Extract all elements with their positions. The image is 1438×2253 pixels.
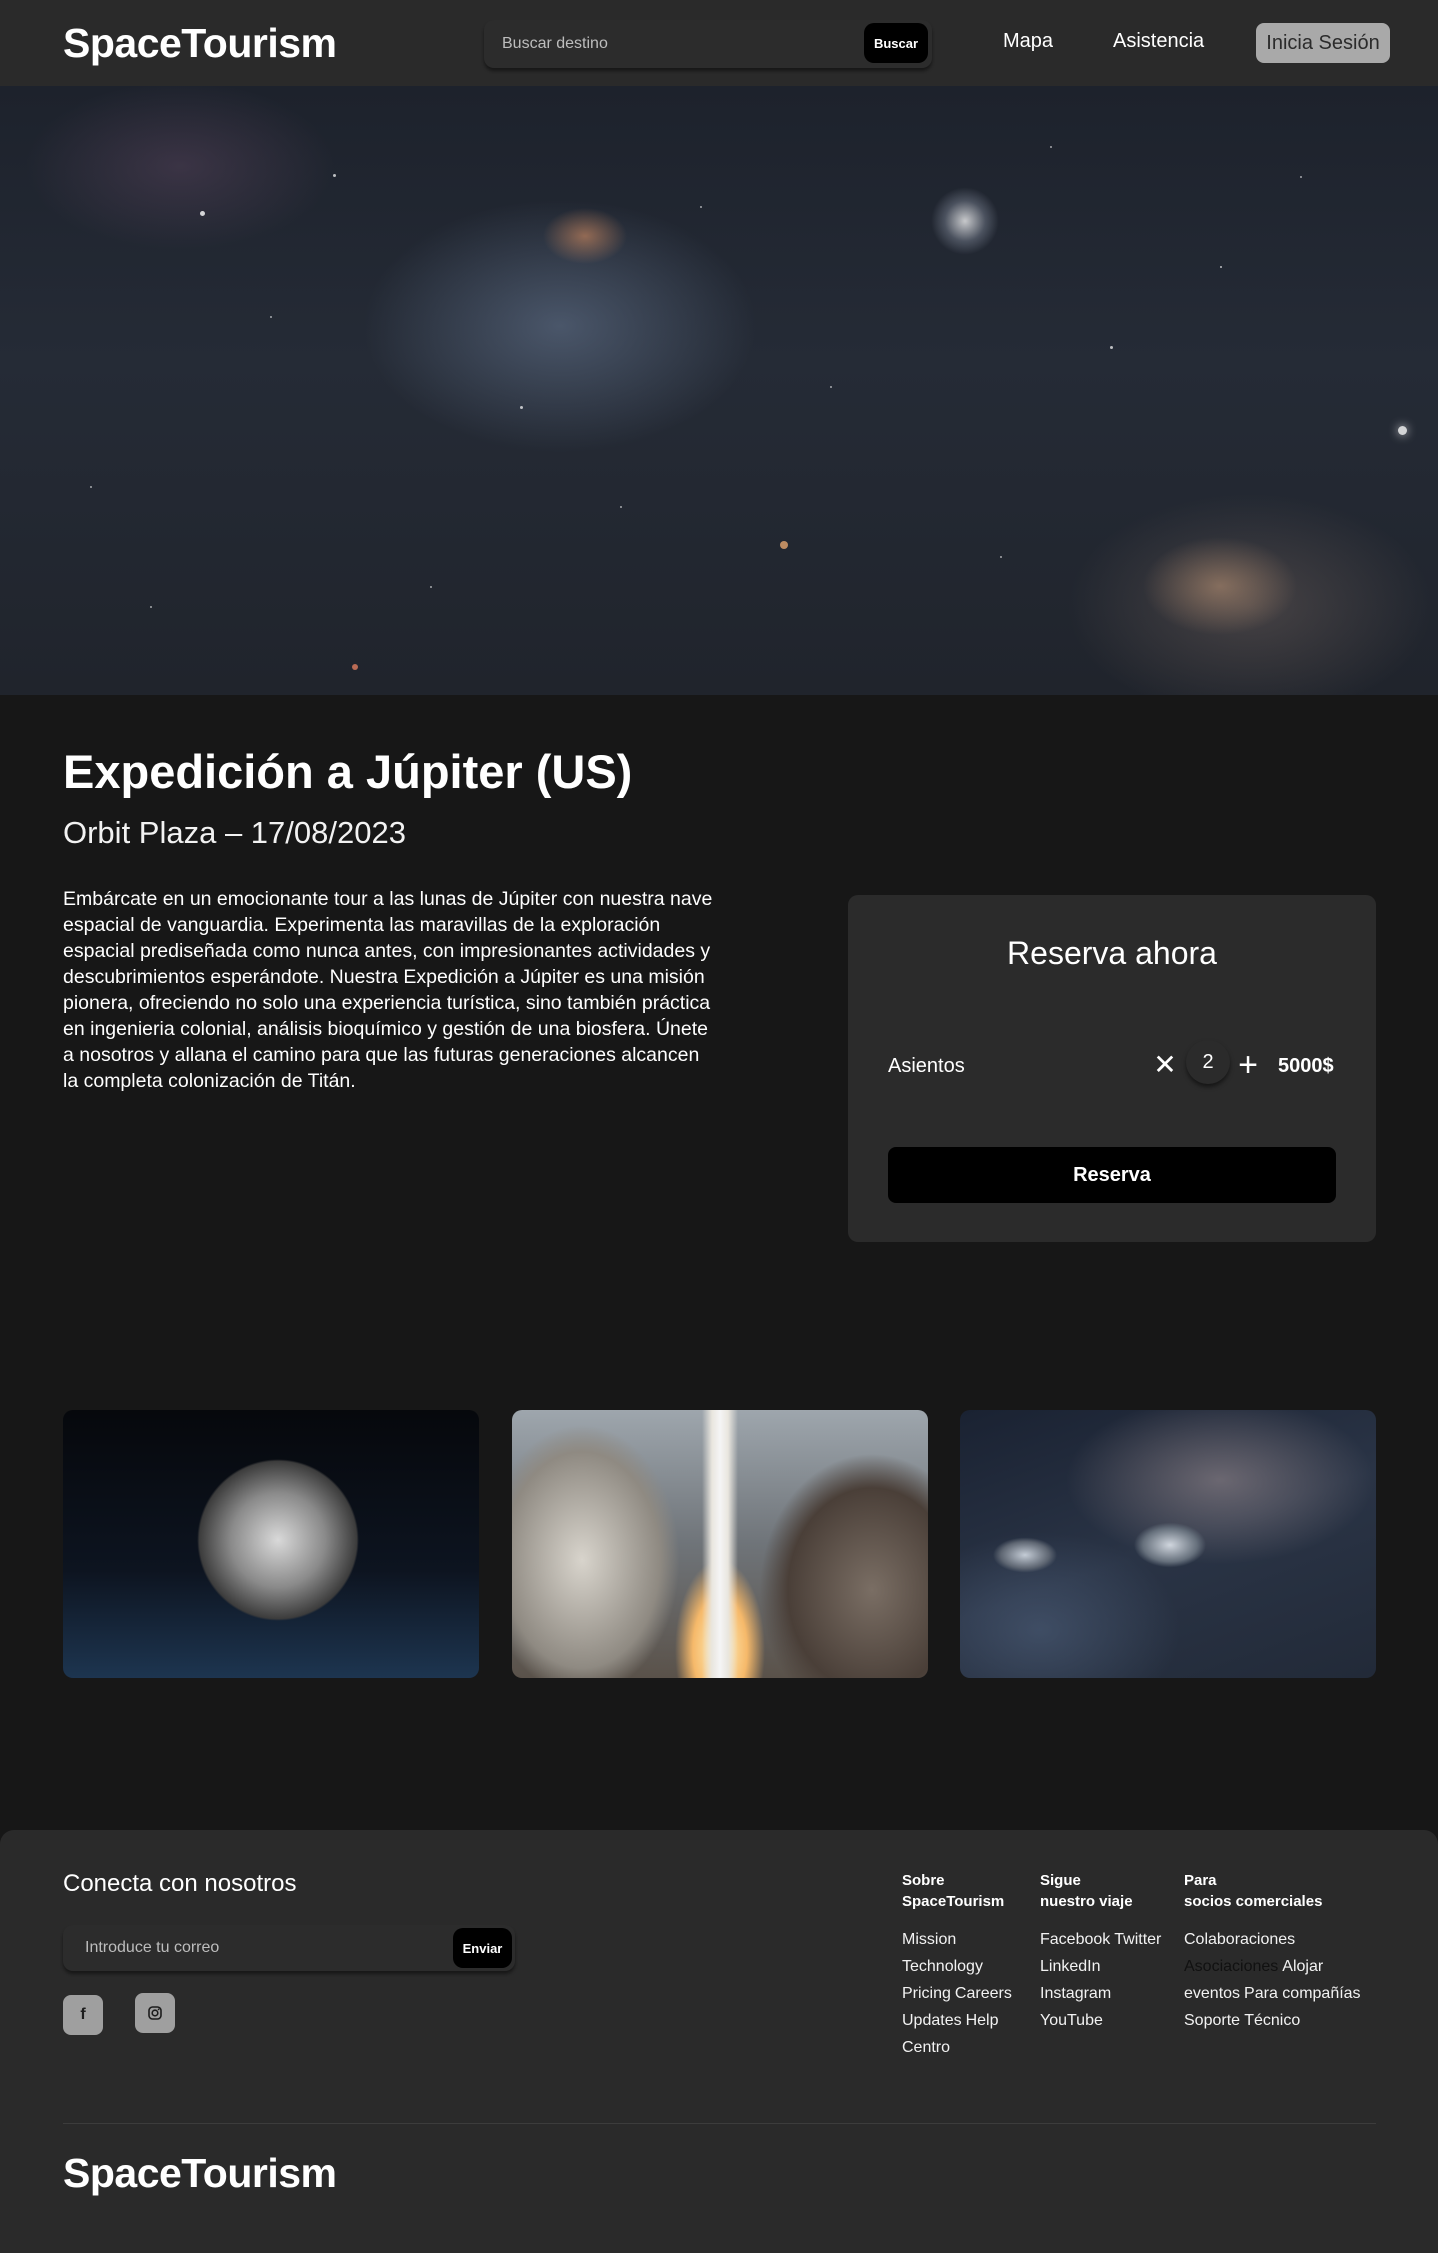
trip-subtitle: Orbit Plaza – 17/08/2023 [63,815,406,850]
footer-logo[interactable]: SpaceTourism [63,2150,337,2197]
hero-image [0,86,1438,695]
footer-column-title: Sobre SpaceTourism [902,1872,1005,1910]
seats-label: Asientos [888,1055,965,1077]
footer-link-alojar[interactable]: Alojar [1282,1958,1323,1975]
reserve-button[interactable]: Reserva [888,1147,1336,1203]
booking-card: Reserva ahora Asientos ✕ 2 + 5000$ Reser… [848,895,1376,1242]
footer-column-partners: Para socios comerciales Colaboraciones A… [1184,1870,1376,2034]
top-navbar: SpaceTourism Buscar Mapa Asistencia Inic… [0,0,1438,86]
email-input[interactable] [83,1925,443,1971]
footer-link-soporte-tecnico[interactable]: Soporte Técnico [1184,2012,1300,2029]
search-button[interactable]: Buscar [864,23,928,63]
footer-link-colaboraciones[interactable]: Colaboraciones [1184,1931,1295,1948]
gallery-image-rocket-launch [512,1410,928,1678]
booking-title: Reserva ahora [1007,935,1217,971]
footer-divider [63,2123,1376,2124]
gallery-image-space-station [63,1410,479,1678]
trip-description: Embárcate en un emocionante tour a las l… [63,888,713,1092]
footer-link-technology[interactable]: Technology [902,1958,983,1975]
search-bar: Buscar [484,20,932,68]
footer-link-eventos[interactable]: eventos [1184,1985,1240,2002]
footer-link-facebook[interactable]: Facebook [1040,1931,1110,1948]
remove-seat-button[interactable]: ✕ [1150,1045,1180,1085]
footer-link-linkedin[interactable]: LinkedIn [1040,1958,1101,1975]
footer-link-careers[interactable]: Careers [955,1985,1012,2002]
footer-column-title: Sigue nuestro viaje [1040,1872,1133,1910]
footer-link-updates[interactable]: Updates [902,2012,962,2029]
facebook-icon[interactable]: f [63,1995,103,2035]
total-price: 5000$ [1278,1055,1334,1077]
footer-link-instagram[interactable]: Instagram [1040,1985,1111,2002]
footer-link-mission[interactable]: Mission [902,1931,956,1948]
footer-column-follow: Sigue nuestro viaje Facebook Twitter Link… [1040,1870,1180,2034]
footer-column-about: Sobre SpaceTourism Mission Technology Pr… [902,1870,1032,2061]
send-button[interactable]: Enviar [453,1928,512,1968]
footer: Conecta con nosotros Enviar f Sobre Spac… [0,1830,1438,2253]
seat-count: 2 [1186,1040,1230,1084]
footer-link-youtube[interactable]: YouTube [1040,2012,1103,2029]
newsletter-form: Enviar [63,1925,515,1971]
footer-column-title: Para socios comerciales [1184,1872,1323,1910]
search-input[interactable] [500,20,840,68]
gallery-image-spaceships [960,1410,1376,1678]
site-logo[interactable]: SpaceTourism [63,20,337,67]
footer-link-twitter[interactable]: Twitter [1114,1931,1161,1948]
login-button[interactable]: Inicia Sesión [1256,23,1390,63]
nav-link-asistencia[interactable]: Asistencia [1113,30,1204,53]
footer-link-asociaciones[interactable]: Asociaciones [1184,1958,1278,1975]
connect-title: Conecta con nosotros [63,1870,297,1897]
instagram-icon[interactable] [135,1993,175,2033]
footer-link-centro[interactable]: Centro [902,2039,950,2056]
footer-link-pricing[interactable]: Pricing [902,1985,951,2002]
footer-link-para-companias[interactable]: Para compañías [1244,1985,1361,2002]
add-seat-button[interactable]: + [1230,1045,1266,1085]
footer-link-help[interactable]: Help [966,2012,999,2029]
nav-link-mapa[interactable]: Mapa [1003,30,1053,53]
trip-title: Expedición a Júpiter (US) [63,745,633,798]
